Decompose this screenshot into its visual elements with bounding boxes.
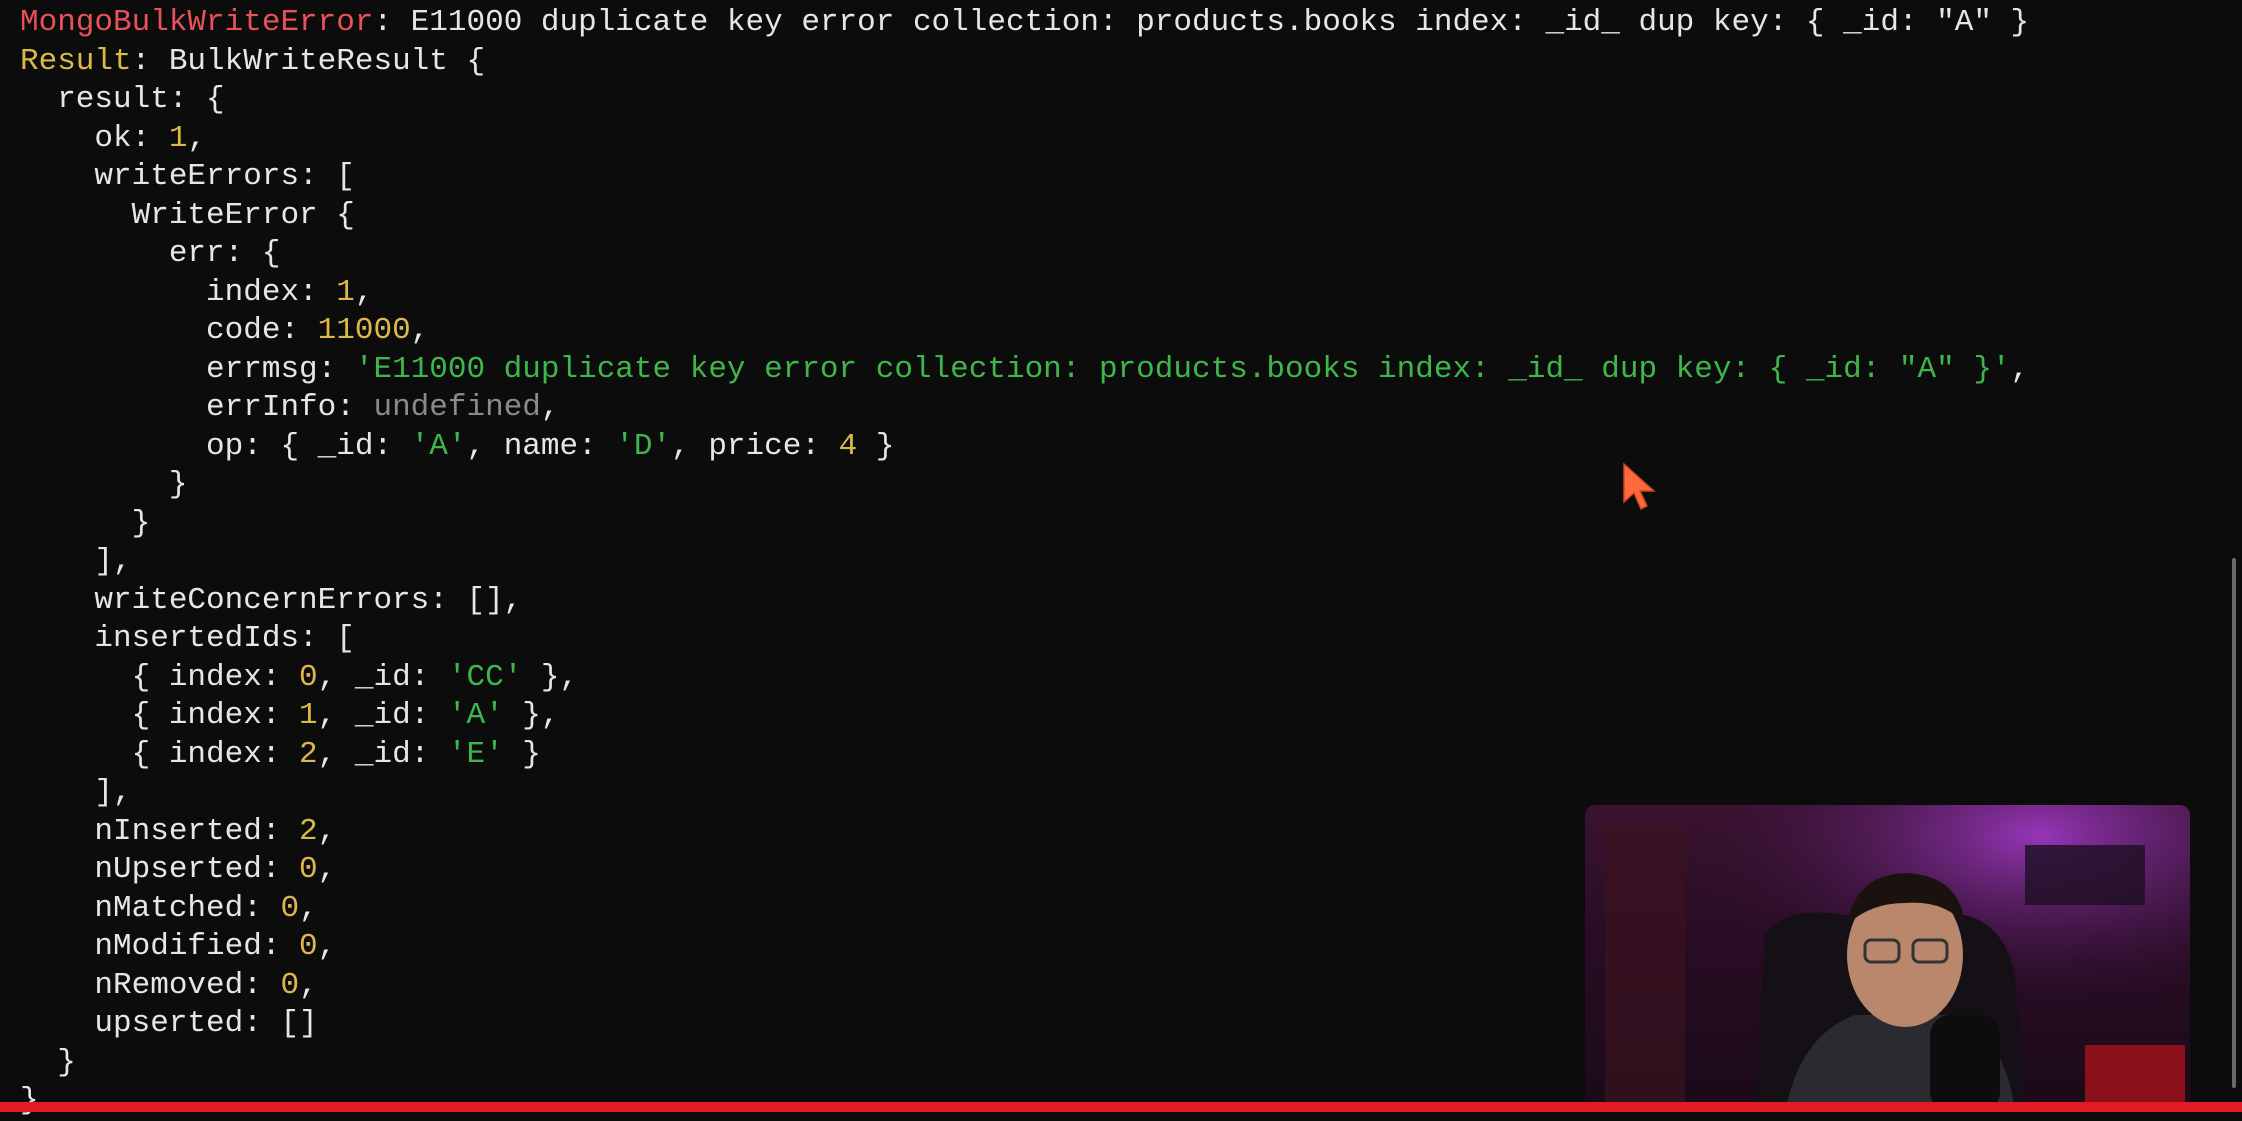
presenter-video-image: [1585, 805, 2190, 1112]
terminal-token: 'CC': [447, 659, 523, 695]
terminal-token: errInfo:: [20, 390, 374, 425]
terminal-token: , _id:: [317, 736, 448, 772]
terminal-token: Result: [20, 43, 132, 79]
terminal-token: }: [20, 1083, 39, 1118]
terminal-token: ,: [299, 967, 318, 1003]
mouse-pointer-icon: [1623, 462, 1656, 511]
terminal-token: nMatched:: [20, 890, 281, 926]
terminal-token: result: {: [20, 82, 225, 117]
terminal-token: 1: [168, 120, 188, 156]
terminal-token: nRemoved:: [20, 967, 281, 1003]
terminal-token: nModified:: [20, 929, 300, 964]
terminal-token: MongoBulkWriteError: [20, 5, 374, 40]
terminal-token: { index:: [20, 659, 300, 695]
terminal-token: 'D': [615, 428, 672, 464]
terminal-token: 1: [299, 698, 318, 733]
terminal-token: ,: [299, 890, 318, 926]
terminal-token: ,: [187, 120, 207, 156]
terminal-token: op: { _id:: [20, 428, 411, 464]
terminal-line: MongoBulkWriteError: E11000 duplicate ke…: [20, 4, 2029, 43]
terminal-token: 1: [336, 274, 355, 310]
terminal-token: , _id:: [317, 659, 448, 695]
terminal-line: }: [20, 505, 2029, 544]
terminal-token: code:: [20, 313, 318, 348]
terminal-token: 4: [838, 428, 858, 464]
terminal-token: 0: [299, 852, 318, 887]
terminal-token: 'A': [447, 698, 504, 733]
terminal-token: ,: [317, 929, 337, 964]
terminal-token: errmsg:: [20, 351, 355, 387]
terminal-token: ,: [317, 813, 337, 849]
terminal-line: op: { _id: 'A', name: 'D', price: 4 }: [20, 428, 2029, 467]
terminal-token: }: [503, 736, 541, 772]
terminal-token: , _id:: [317, 698, 448, 733]
terminal-token: 0: [299, 929, 318, 964]
terminal-line: errInfo: undefined,: [20, 389, 2029, 428]
terminal-line: errmsg: 'E11000 duplicate key error coll…: [20, 351, 2029, 390]
terminal-line: result: {: [20, 81, 2029, 120]
terminal-token: ok:: [20, 120, 169, 156]
terminal-token: nUpserted:: [20, 852, 300, 887]
terminal-token: : E11000 duplicate key error collection:…: [373, 5, 2030, 40]
terminal-line: Result: BulkWriteResult {: [20, 43, 2029, 82]
terminal-line: ok: 1,: [20, 120, 2029, 159]
terminal-line: writeConcernErrors: [],: [20, 582, 2029, 621]
terminal-token: undefined: [373, 390, 541, 425]
terminal-line: insertedIds: [: [20, 620, 2029, 659]
terminal-token: 0: [280, 967, 300, 1003]
terminal-token: WriteError {: [20, 197, 355, 233]
terminal-token: upserted: []: [20, 1006, 318, 1041]
terminal-token: 2: [299, 813, 318, 849]
terminal-token: },: [503, 698, 560, 733]
terminal-token: writeConcernErrors: [],: [20, 582, 523, 618]
terminal-token: ,: [2010, 351, 2030, 387]
terminal-token: nInserted:: [20, 813, 300, 849]
terminal-line: ],: [20, 543, 2029, 582]
terminal-token: , name:: [466, 428, 616, 464]
terminal-token: { index:: [20, 736, 300, 772]
terminal-line: { index: 0, _id: 'CC' },: [20, 659, 2029, 698]
terminal-token: ,: [317, 852, 337, 887]
terminal-token: ,: [354, 274, 374, 310]
terminal-token: ],: [20, 775, 132, 810]
terminal-token: insertedIds: [: [20, 621, 355, 656]
scrollbar[interactable]: [2232, 558, 2236, 1088]
terminal-token: 2: [299, 736, 318, 772]
terminal-token: }: [20, 467, 188, 502]
terminal-token: err: {: [20, 236, 281, 271]
terminal-token: writeErrors: [: [20, 159, 355, 194]
terminal-line: { index: 1, _id: 'A' },: [20, 697, 2029, 736]
terminal-line: index: 1,: [20, 274, 2029, 313]
terminal-line: { index: 2, _id: 'E' }: [20, 736, 2029, 775]
terminal-line: code: 11000,: [20, 312, 2029, 351]
terminal-token: { index:: [20, 698, 300, 733]
terminal-token: 'E': [447, 736, 504, 772]
terminal-line: }: [20, 466, 2029, 505]
terminal-line: err: {: [20, 235, 2029, 274]
terminal-token: 0: [280, 890, 300, 926]
terminal-token: }: [20, 1044, 76, 1080]
terminal-token: index:: [20, 274, 337, 310]
terminal-token: 11000: [317, 313, 411, 348]
terminal-token: }: [20, 505, 151, 541]
terminal-token: ,: [410, 313, 430, 348]
terminal-token: ],: [20, 544, 132, 579]
terminal-token: 0: [299, 659, 318, 695]
terminal-token: },: [522, 659, 579, 695]
terminal-token: ,: [540, 390, 560, 425]
terminal-token: 'A': [410, 428, 467, 464]
video-progress-bar[interactable]: [0, 1102, 2242, 1112]
terminal-line: writeErrors: [: [20, 158, 2029, 197]
terminal-token: : BulkWriteResult {: [131, 43, 486, 79]
terminal-line: WriteError {: [20, 197, 2029, 236]
terminal-token: 'E11000 duplicate key error collection: …: [354, 351, 2011, 387]
terminal-token: , price:: [671, 428, 839, 464]
terminal-token: }: [857, 428, 895, 464]
webcam-overlay: [1585, 805, 2190, 1112]
